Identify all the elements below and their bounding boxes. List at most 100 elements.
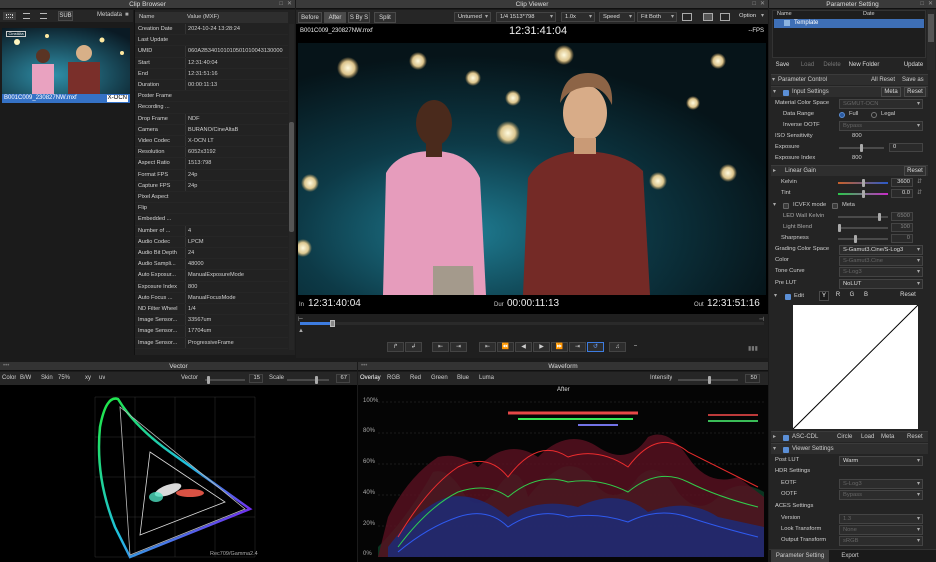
metadata-row[interactable]: Image Sensor... ProgressiveFrame [135,337,288,349]
float-icon[interactable]: □ [279,0,283,9]
metadata-row[interactable]: Last Update [135,35,288,47]
metadata-row[interactable]: Poster Frame [135,91,288,103]
green-tab[interactable]: Green [431,374,448,383]
volume-icon[interactable]: ⎯ [627,342,644,352]
detail-view-icon[interactable] [37,12,50,20]
preset-item-template[interactable]: Template [774,19,924,28]
metadata-row[interactable]: ND Filter Wheel 1/4 [135,304,288,316]
icvfx-meta-checkbox[interactable] [832,202,838,209]
turn-select[interactable]: Unturned [454,12,491,22]
fit-select[interactable]: Fit Both [637,12,677,22]
metadata-row[interactable]: Aspect Ratio 1513:798 [135,158,288,170]
vector-bw-tab[interactable]: B/W [20,374,31,383]
parameter-setting-tab[interactable]: Parameter Setting [771,550,829,562]
metadata-scrollbar[interactable] [289,24,294,350]
collapse-icon[interactable]: ▾ [773,444,776,455]
cdl-load-button[interactable]: Load [861,432,874,443]
out-marker-icon[interactable]: ⊣ [759,316,764,323]
metadata-row[interactable]: End 12:31:51:16 [135,68,288,80]
clip-thumbnail[interactable]: CineAlta B001C009_230827NW.mxf X-OCN [2,28,130,103]
metadata-toggle-icon[interactable]: ■ [125,11,129,20]
metadata-row[interactable]: Creation Date 2024-10-24 13:28:24 [135,24,288,36]
metadata-row[interactable]: Exposure Index 800 [135,281,288,293]
exposure-slider[interactable] [839,143,884,152]
close-icon[interactable]: ✕ [928,0,933,9]
preset-delete-button[interactable]: Delete [821,60,843,71]
float-icon[interactable]: □ [752,0,756,9]
metadata-row[interactable]: Duration 00:00:11:13 [135,80,288,92]
audio-icon[interactable]: ♫ [609,342,626,352]
preset-load-button[interactable]: Load [798,60,817,71]
intensity-value[interactable]: 50 [745,374,760,383]
metadata-row[interactable]: Capture FPS 24p [135,180,288,192]
stepper-icon[interactable]: ⇵ [917,188,922,199]
version-select[interactable]: 1.3 [839,514,923,524]
expand-icon[interactable]: ▸ [773,166,776,177]
curve-r-button[interactable]: R [833,291,843,301]
output-transform-select[interactable]: sRGB [839,536,923,546]
side-by-side-tab[interactable]: S By S [348,12,370,23]
metadata-row[interactable]: Image Sensor... 17704um [135,326,288,338]
circle-button[interactable]: Circle [837,432,852,443]
metadata-row[interactable]: Pixel Aspect [135,192,288,204]
metadata-row[interactable]: Image Sensor... 33567um [135,315,288,327]
intensity-slider[interactable] [678,376,738,384]
kelvin-value[interactable]: 3600 [891,178,913,187]
cdl-reset-button[interactable]: Reset [907,432,923,443]
viewer-mode-icon[interactable] [682,13,692,21]
timeline-track[interactable] [300,322,764,325]
viewer-canvas[interactable]: B001C009_230827NW.mxf 12:31:41:04 --FPS … [296,24,768,314]
sharpness-value[interactable]: 0 [891,234,913,243]
metadata-row[interactable]: Audio Codec LPCM [135,236,288,248]
color-select[interactable]: S-Gamut3.Cine [839,256,923,266]
material-color-space-select[interactable]: SGMUT-OCN [839,99,923,109]
light-blend-value[interactable]: 100 [891,223,913,232]
grid-view-icon[interactable] [3,12,16,20]
go-out-icon[interactable]: ⇥ [450,342,467,352]
led-kelvin-slider[interactable] [838,212,888,221]
linear-gain-reset-button[interactable]: Reset [904,166,926,176]
tint-slider[interactable] [838,189,888,198]
inverse-ootf-select[interactable]: Bypass [839,121,923,131]
cdl-meta-button[interactable]: Meta [881,432,894,443]
tone-curve-editor[interactable] [792,304,919,430]
overlay-tab[interactable]: Overlay [360,374,381,383]
legal-radio[interactable] [871,112,877,118]
asc-cdl-checkbox[interactable] [783,434,789,441]
metadata-row[interactable]: Auto Focus ... ManualFocusMode [135,292,288,304]
param-scrollbar[interactable] [927,10,935,70]
metadata-row[interactable]: Format FPS 24p [135,169,288,181]
exposure-value[interactable]: 0 [889,143,923,152]
metadata-row[interactable]: Camera BURANO/CineAltaB [135,124,288,136]
collapse-icon[interactable]: ▾ [773,87,776,98]
vector-color-tab[interactable]: Color [2,374,16,383]
in-marker-icon[interactable]: ⊢ [298,316,303,323]
vector-uv-tab[interactable]: uv [99,374,105,383]
viewer-mode-icon[interactable] [703,13,713,21]
curve-y-button[interactable]: Y [819,291,829,301]
vector-skin-tab[interactable]: Skin [41,374,53,383]
pre-lut-select[interactable]: NoLUT [839,279,923,289]
rewind-icon[interactable]: ⏪ [497,342,514,352]
look-transform-select[interactable]: None [839,525,923,535]
expand-icon[interactable]: ▸ [773,432,776,443]
close-icon[interactable]: ✕ [760,0,765,9]
collapse-icon[interactable]: ▾ [773,200,776,211]
metadata-row[interactable]: Recording ... [135,102,288,114]
curve-b-button[interactable]: B [861,291,871,301]
curve-reset-button[interactable]: Reset [897,291,919,301]
close-icon[interactable]: ✕ [287,0,292,9]
input-reset-button[interactable]: Reset [904,87,926,97]
tint-value[interactable]: 0.0 [891,189,913,198]
preset-save-button[interactable]: Save [773,60,792,71]
new-folder-button[interactable]: New Folder [846,60,882,71]
loop-icon[interactable]: ↺ [587,342,604,352]
mark-out-icon[interactable]: ↲ [405,342,422,352]
vector-skin-pct[interactable]: 75% [58,374,70,383]
preset-update-button[interactable]: Update [901,60,926,71]
red-tab[interactable]: Red [410,374,421,383]
tone-curve-select[interactable]: S-Log3 [839,267,923,277]
grading-cs-select[interactable]: S-Gamut3.Cine/S-Log3 [839,245,923,255]
vector-gain-slider[interactable] [205,376,245,384]
led-kelvin-value[interactable]: 6500 [891,212,913,221]
